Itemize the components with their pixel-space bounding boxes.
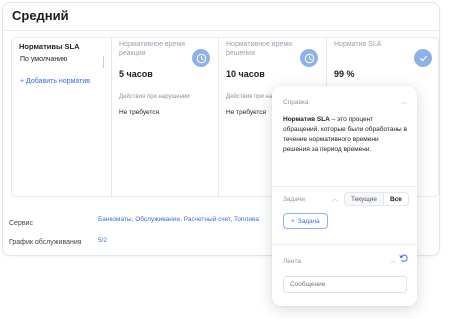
resolution-action-label: Действия при на <box>226 94 273 100</box>
reaction-action-label: Действия при нарушении <box>119 94 190 100</box>
panel-divider <box>272 186 417 187</box>
check-icon <box>414 49 432 67</box>
clock-icon <box>300 49 318 67</box>
reaction-time-value: 5 часов <box>119 69 153 79</box>
add-task-label: Задача <box>297 217 320 225</box>
title-divider <box>4 30 438 31</box>
chevron-up-icon[interactable]: ︿ <box>332 194 338 203</box>
tab-all[interactable]: Все <box>382 193 408 205</box>
resolution-action-value: Не требуется <box>226 109 267 116</box>
sla-norm-label: Норматив SLA <box>334 41 382 48</box>
message-input[interactable] <box>283 276 407 293</box>
resolution-time-label: Нормативное время решения <box>226 41 292 57</box>
side-panel: Справка ︿ Норматив SLA – это процент обр… <box>272 86 417 306</box>
reaction-time-column: Нормативное время реакции 5 часов Действ… <box>112 38 219 196</box>
service-list: Банкоматы, Обслуживание, Расчетный счет,… <box>98 216 259 223</box>
reaction-action-value: Не требуется <box>119 109 160 116</box>
feed-title: Лента <box>283 258 301 265</box>
tasks-filter: Текущие Все <box>344 192 409 206</box>
panel-divider <box>272 244 417 245</box>
help-title: Справка <box>283 99 309 106</box>
card-title: Средний <box>12 8 69 23</box>
help-text: Норматив SLA – это процент обращений, ко… <box>283 115 407 155</box>
service-link[interactable]: Расчетный счет <box>184 216 231 223</box>
sla-item-default[interactable]: По умолчанию <box>20 56 104 68</box>
tab-current[interactable]: Текущие <box>345 193 383 205</box>
plus-icon: + <box>291 217 295 225</box>
resolution-time-value: 10 часов <box>226 69 265 79</box>
sla-heading: Нормативы SLA <box>19 42 80 51</box>
chevron-up-icon[interactable]: ︿ <box>390 256 396 265</box>
clock-icon <box>192 49 210 67</box>
service-label: Сервис <box>9 220 33 227</box>
refresh-icon[interactable] <box>399 253 409 263</box>
service-link[interactable]: Топлива <box>234 216 259 223</box>
service-link[interactable]: Обслуживание <box>135 216 180 223</box>
add-task-button[interactable]: + Задача <box>283 213 328 229</box>
reaction-time-label: Нормативное время реакции <box>119 41 185 57</box>
schedule-value[interactable]: 5/2 <box>98 237 107 244</box>
schedule-label: График обслуживания <box>9 239 82 246</box>
chevron-up-icon[interactable]: ︿ <box>401 97 407 106</box>
service-link[interactable]: Банкоматы <box>98 216 132 223</box>
help-term: Норматив SLA <box>283 116 330 123</box>
tasks-title: Задачи <box>283 196 305 203</box>
add-norm-link[interactable]: + Добавить норматив <box>20 78 90 85</box>
sla-list-column: Нормативы SLA По умолчанию + Добавить но… <box>12 38 112 196</box>
sla-norm-value: 99 % <box>334 69 355 79</box>
